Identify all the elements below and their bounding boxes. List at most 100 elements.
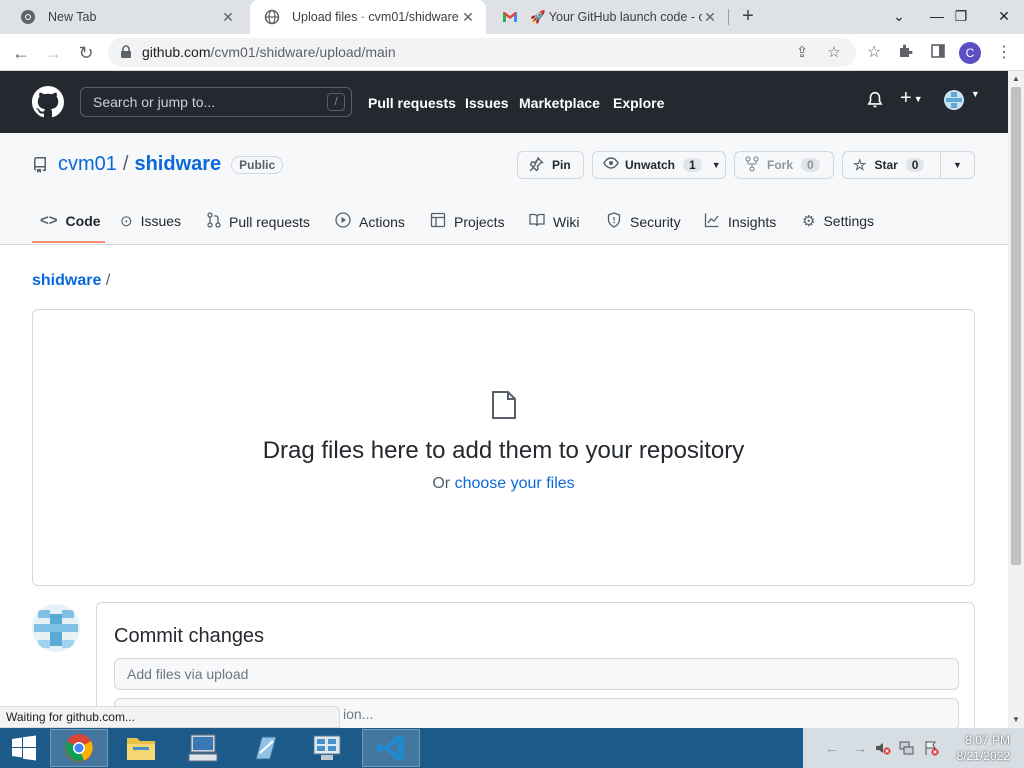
network-icon[interactable] <box>899 740 915 759</box>
bookmark-star-icon[interactable]: ☆ <box>824 43 844 63</box>
tab-insights[interactable]: Insights <box>704 212 776 232</box>
chevron-down-icon: ▼ <box>953 160 962 170</box>
breadcrumb-separator: / <box>105 272 111 289</box>
url-path: /cvm01/shidware/upload/main <box>210 44 396 60</box>
shield-icon <box>606 212 622 232</box>
repo-header: cvm01 / shidware Public Pin Unwatch 1 ▼ … <box>0 133 1008 245</box>
back-button[interactable]: ← <box>8 40 34 66</box>
tab-settings[interactable]: ⚙ Settings <box>802 212 874 230</box>
lock-icon[interactable] <box>120 45 132 62</box>
tab-label: Actions <box>359 214 405 230</box>
speaker-muted-icon[interactable] <box>875 740 891 759</box>
taskbar-notepad[interactable] <box>236 729 294 767</box>
pin-button[interactable]: Pin <box>517 151 584 179</box>
tab-projects[interactable]: Projects <box>430 212 505 232</box>
star-list-dropdown[interactable]: ▼ <box>940 152 974 178</box>
nav-pull-requests[interactable]: Pull requests <box>368 95 456 111</box>
extensions-puzzle-icon[interactable] <box>896 43 916 63</box>
taskbar-vscode[interactable] <box>362 729 420 767</box>
close-tab-icon[interactable]: ✕ <box>702 9 718 26</box>
scroll-up-arrow-icon[interactable]: ▲ <box>1008 71 1024 87</box>
nav-explore[interactable]: Explore <box>613 95 664 111</box>
tab-title: Upload files · cvm01/shidware <box>292 10 459 24</box>
taskbar-remote-desktop[interactable] <box>174 729 232 767</box>
file-icon <box>491 390 517 423</box>
tab-issues[interactable]: ⊙ Issues <box>120 212 181 230</box>
profile-avatar[interactable]: C <box>959 42 981 64</box>
tab-pull-requests[interactable]: Pull requests <box>207 212 310 232</box>
fork-button[interactable]: Fork 0 <box>734 151 834 179</box>
issue-icon: ⊙ <box>120 213 133 230</box>
forward-button[interactable]: → <box>40 40 66 66</box>
tab-code[interactable]: <> Code <box>40 212 101 229</box>
graph-icon <box>704 212 720 232</box>
share-icon[interactable]: ⇪ <box>792 43 812 63</box>
nav-issues[interactable]: Issues <box>465 95 509 111</box>
user-avatar-menu[interactable]: ▼ <box>943 89 980 114</box>
github-header: Search or jump to... / Pull requests Iss… <box>0 71 1008 133</box>
commit-summary-input[interactable]: Add files via upload <box>114 658 959 690</box>
file-drop-zone[interactable]: Drag files here to add them to your repo… <box>32 309 975 586</box>
table-icon <box>430 212 446 232</box>
commit-changes-title: Commit changes <box>114 625 265 647</box>
repo-owner-link[interactable]: cvm01 <box>58 153 117 176</box>
system-clock[interactable]: 8:07 PM 8/21/2022 <box>957 732 1010 764</box>
tab-search-chevron-icon[interactable]: ⌄ <box>882 0 916 34</box>
address-bar[interactable]: github.com/cvm01/shidware/upload/main ⇪ … <box>108 38 856 67</box>
browser-tab-gmail[interactable]: 🚀 Your GitHub launch code - col ✕ <box>488 0 728 34</box>
drop-zone-prefix: Or <box>432 475 455 492</box>
gmail-icon <box>502 9 518 25</box>
chrome-icon <box>20 9 36 25</box>
reload-button[interactable]: ↻ <box>73 40 99 66</box>
taskbar-file-explorer[interactable] <box>112 729 170 767</box>
scroll-thumb[interactable] <box>1011 87 1021 565</box>
repo-name-link[interactable]: shidware <box>134 153 221 176</box>
taskbar-control-panel[interactable] <box>298 729 356 767</box>
menu-kebab-icon[interactable]: ⋮ <box>994 43 1014 63</box>
folder-icon <box>127 738 155 760</box>
breadcrumb-repo-link[interactable]: shidware <box>32 272 101 289</box>
globe-icon <box>264 9 280 25</box>
tab-wiki[interactable]: Wiki <box>529 212 579 232</box>
description-placeholder: ion... <box>343 706 374 722</box>
visibility-badge: Public <box>231 155 284 174</box>
chevron-down-icon[interactable]: ▼ <box>712 160 721 170</box>
restore-button[interactable]: ❐ <box>944 0 978 34</box>
close-tab-icon[interactable]: ✕ <box>460 9 476 26</box>
action-center-flag-icon[interactable] <box>923 740 939 759</box>
new-tab-button[interactable]: + <box>736 4 760 28</box>
side-panel-icon[interactable] <box>928 43 948 63</box>
nav-marketplace[interactable]: Marketplace <box>519 95 600 111</box>
vscode-icon <box>377 735 404 761</box>
notifications-bell-icon[interactable] <box>866 91 884 112</box>
global-search-input[interactable]: Search or jump to... / <box>80 87 352 117</box>
star-button[interactable]: ☆ Star 0 ▼ <box>842 151 975 179</box>
taskbar-chrome[interactable] <box>50 729 108 767</box>
start-button[interactable] <box>0 729 48 767</box>
tray-back-arrow-icon[interactable]: ← <box>825 740 839 756</box>
bookmarks-star-icon[interactable]: ☆ <box>864 43 884 63</box>
github-logo-icon[interactable] <box>32 86 64 121</box>
clock-date: 8/21/2022 <box>956 749 1010 763</box>
url-text: github.com/cvm01/shidware/upload/main <box>142 44 396 60</box>
tab-actions[interactable]: Actions <box>335 212 405 232</box>
unwatch-button[interactable]: Unwatch 1 ▼ <box>592 151 726 179</box>
page-scrollbar[interactable]: ▲ ▼ <box>1008 71 1024 728</box>
pin-label: Pin <box>552 158 571 172</box>
avatar-icon <box>944 90 964 110</box>
browser-tab-new-tab[interactable]: New Tab ✕ <box>6 0 246 34</box>
create-new-plus-icon[interactable]: + ▼ <box>900 87 923 110</box>
repo-path-separator: / <box>122 153 129 175</box>
scroll-down-arrow-icon[interactable]: ▼ <box>1008 712 1024 728</box>
close-window-button[interactable]: ✕ <box>984 0 1024 34</box>
close-tab-icon[interactable]: ✕ <box>220 9 236 26</box>
tray-forward-arrow-icon[interactable]: → <box>853 740 867 756</box>
choose-files-link[interactable]: choose your files <box>455 475 575 492</box>
tab-security[interactable]: Security <box>606 212 681 232</box>
browser-tab-upload-files[interactable]: Upload files · cvm01/shidware ✕ <box>250 0 486 34</box>
search-placeholder: Search or jump to... <box>93 94 216 110</box>
star-count: 0 <box>905 158 925 172</box>
tab-label: Security <box>630 214 681 230</box>
url-host: github.com <box>142 44 211 60</box>
unwatch-label: Unwatch <box>625 158 676 172</box>
